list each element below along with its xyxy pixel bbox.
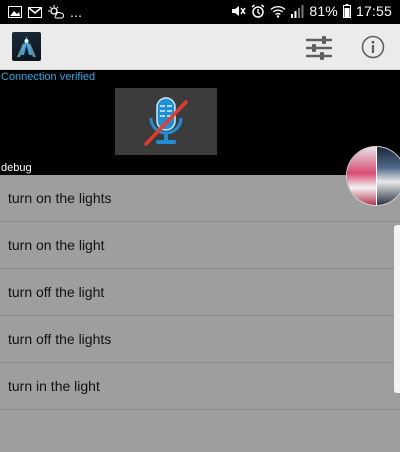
battery-icon [342,4,351,18]
image-icon [8,6,22,18]
wifi-icon [270,5,286,18]
signal-icon [291,4,304,18]
bubble-image-right [376,147,400,205]
microphone-toggle-button[interactable] [115,88,217,155]
app-logo-icon [12,32,41,61]
scrollbar[interactable] [394,225,400,393]
list-item[interactable]: turn on the light [0,222,400,269]
more-notifications: ... [70,4,83,20]
command-list[interactable]: turn on the lights turn on the light tur… [0,175,400,452]
listening-panel: Connection verified debug [0,70,400,175]
clock: 17:55 [355,3,392,19]
connection-status: Connection verified [1,71,96,83]
status-bar: ... 81% 17:55 [0,0,400,24]
list-item[interactable]: turn off the lights [0,316,400,363]
info-icon[interactable] [361,35,385,59]
battery-percent: 81% [309,3,338,19]
debug-label[interactable]: debug [1,162,32,174]
status-bar-notifications: ... [8,4,82,20]
sliders-icon[interactable] [305,35,333,61]
list-item[interactable]: turn on the lights [0,175,400,222]
app-bar [0,24,400,70]
status-bar-system: 81% 17:55 [231,3,392,19]
bubble-divider [376,147,377,205]
bubble-image-left [347,147,376,205]
mute-icon [231,4,246,18]
list-item[interactable]: turn off the light [0,269,400,316]
weather-icon [48,5,64,19]
floating-chat-bubble[interactable] [346,146,400,206]
alarm-icon [251,4,265,18]
gmail-icon [28,6,42,18]
list-item[interactable]: turn in the light [0,363,400,410]
microphone-muted-icon [144,96,188,146]
